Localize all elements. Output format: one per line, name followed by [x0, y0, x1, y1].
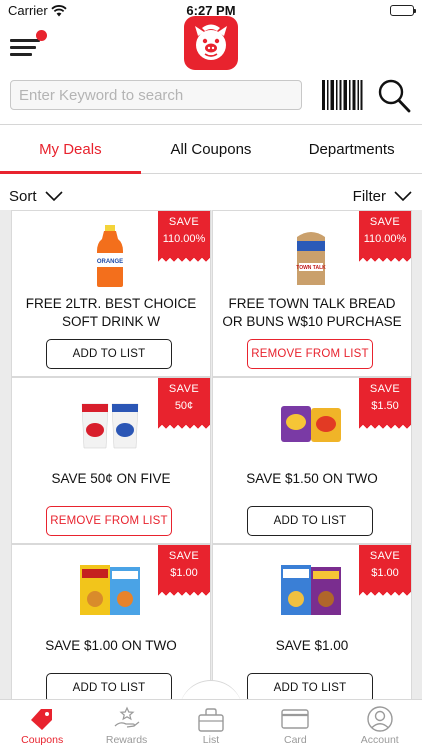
search-input[interactable] — [10, 80, 302, 110]
deals-grid: ORANGE SAVE 110.00% FREE 2LTR. BEST CHOI… — [0, 210, 422, 700]
bread-loaf-image: TOWN TALK — [277, 223, 345, 289]
chevron-down-icon — [394, 191, 412, 202]
nav-rewards[interactable]: Rewards — [84, 700, 168, 750]
soda-bottle-image: ORANGE — [76, 223, 144, 289]
cereal-boxes-image — [76, 557, 144, 623]
menu-button[interactable] — [10, 30, 47, 59]
deal-title: SAVE $1.00 ON TWO — [45, 638, 177, 653]
nav-label: Rewards — [105, 734, 148, 746]
save-ribbon: SAVE 110.00% — [158, 211, 210, 262]
nav-coupons[interactable]: Coupons — [0, 700, 84, 750]
hamburger-icon — [10, 39, 40, 42]
search-button[interactable] — [376, 76, 412, 114]
app-logo — [184, 16, 238, 70]
nav-label: List — [202, 734, 220, 746]
nav-card[interactable]: Card — [253, 700, 337, 750]
remove-from-list-button[interactable]: REMOVE FROM LIST — [46, 506, 172, 536]
deal-card[interactable]: SAVE $1.50 SAVE $1.50 ON TWO ADD TO LIST — [212, 377, 412, 544]
deal-card[interactable]: SAVE $1.00 SAVE $1.00 ADD TO LIST — [212, 544, 412, 700]
sort-dropdown[interactable]: Sort — [9, 186, 64, 206]
chevron-down-icon — [44, 191, 63, 202]
search-icon — [378, 79, 411, 113]
filter-label: Filter — [352, 187, 386, 205]
nav-label: Coupons — [21, 734, 64, 746]
snack-bags-image — [277, 390, 345, 456]
tab-all-coupons[interactable]: All Coupons — [141, 125, 282, 173]
save-ribbon: SAVE $1.50 — [359, 378, 411, 429]
piggly-pig-icon — [195, 24, 227, 60]
card-icon — [281, 709, 310, 729]
svg-text:ORANGE: ORANGE — [97, 259, 123, 265]
deal-title: SAVE $1.00 — [275, 638, 349, 653]
filter-dropdown[interactable]: Filter — [353, 186, 413, 206]
deal-card[interactable]: TOWN TALK SAVE 110.00% FREE TOWN TALK BR… — [212, 210, 412, 377]
nav-account[interactable]: Account — [338, 700, 422, 750]
nav-list[interactable]: List — [169, 700, 253, 750]
deal-title: SAVE 50¢ ON FIVE — [51, 471, 171, 486]
add-to-list-button[interactable]: ADD TO LIST — [247, 673, 373, 700]
deal-title: SAVE $1.50 ON TWO — [246, 471, 378, 486]
svg-text:TOWN TALK: TOWN TALK — [296, 265, 326, 271]
deal-title: FREE 2LTR. BEST CHOICE SOFT DRINK W — [25, 296, 197, 329]
cereal-boxes-2-image — [277, 557, 345, 623]
account-icon — [367, 706, 393, 732]
rewards-icon — [114, 706, 139, 728]
save-ribbon: SAVE $1.00 — [359, 545, 411, 596]
notification-dot — [36, 30, 47, 41]
tab-departments[interactable]: Departments — [281, 125, 422, 173]
deal-tabs: My Deals All Coupons Departments — [0, 124, 422, 174]
nav-label: Account — [360, 734, 399, 746]
add-to-list-button[interactable]: ADD TO LIST — [46, 673, 172, 700]
add-to-list-button[interactable]: ADD TO LIST — [46, 339, 172, 369]
save-ribbon: SAVE 50¢ — [158, 378, 210, 429]
deal-card[interactable]: SAVE $1.00 SAVE $1.00 ON TWO ADD TO LIST — [11, 544, 211, 700]
sort-label: Sort — [9, 187, 37, 205]
deal-card[interactable]: SAVE 50¢ SAVE 50¢ ON FIVE REMOVE FROM LI… — [11, 377, 211, 544]
yogurt-cups-image — [76, 390, 144, 456]
save-ribbon: SAVE 110.00% — [359, 211, 411, 262]
barcode-icon — [322, 80, 363, 110]
bottom-nav: Coupons Rewards List Card Account — [0, 699, 422, 750]
nav-label: Card — [283, 734, 307, 746]
barcode-scan-button[interactable] — [320, 78, 364, 112]
deal-card[interactable]: ORANGE SAVE 110.00% FREE 2LTR. BEST CHOI… — [11, 210, 211, 377]
save-ribbon: SAVE $1.00 — [158, 545, 210, 596]
deal-title: FREE TOWN TALK BREAD OR BUNS W$10 PURCHA… — [222, 296, 402, 329]
app-screen: Carrier 6:27 PM Enter Keyword to search … — [0, 0, 422, 750]
tag-icon — [31, 709, 53, 730]
list-bag-icon — [198, 708, 224, 732]
add-to-list-button[interactable]: ADD TO LIST — [247, 506, 373, 536]
remove-from-list-button[interactable]: REMOVE FROM LIST — [247, 339, 373, 369]
battery-icon — [390, 5, 416, 16]
tab-my-deals[interactable]: My Deals — [0, 125, 141, 174]
